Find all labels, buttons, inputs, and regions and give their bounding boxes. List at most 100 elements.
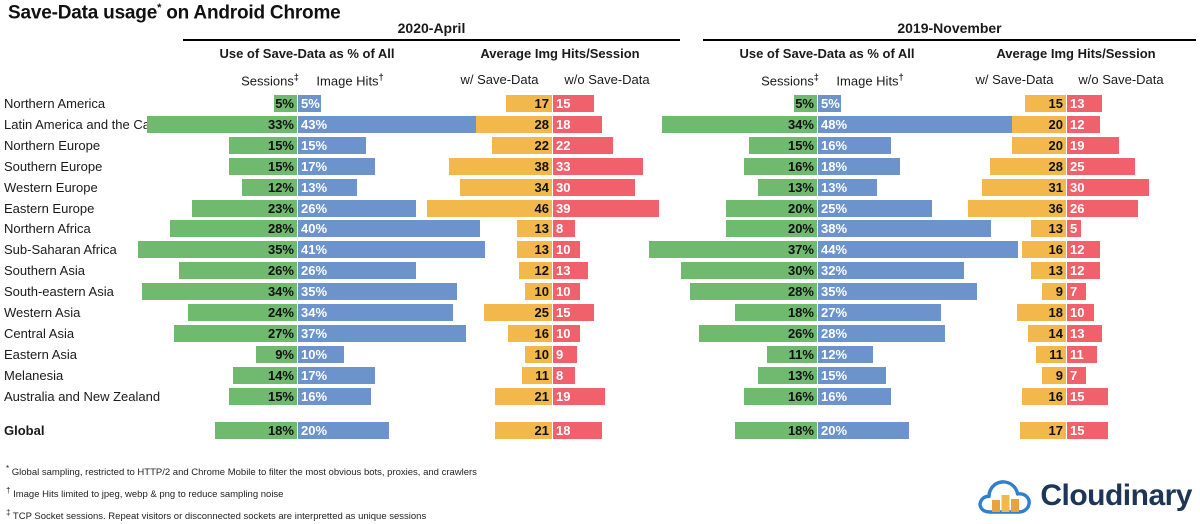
subheader-imagehits-2020-text: Image Hits <box>316 73 379 89</box>
period-rule-0 <box>183 39 680 41</box>
bar-value-label: 15% <box>267 388 294 404</box>
bar-value-label: 13% <box>787 179 814 195</box>
bar-value-label: 15% <box>821 367 848 383</box>
bar-p1-s1-r3: 33 <box>553 157 643 175</box>
bar-p1-s0-r5: 46 <box>426 199 552 217</box>
bar-p1-s1-r9: 10 <box>553 283 581 301</box>
row-label: Northern America <box>4 96 106 111</box>
bar-p3-s1-r2: 19 <box>1067 136 1119 154</box>
bar-p1-s1-r2: 22 <box>553 136 613 154</box>
bar-value-label: 12% <box>821 346 848 362</box>
bar-p2-s0-r11: 26% <box>698 324 817 342</box>
chart-page: Save-Data usage* on Android Chrome 2020-… <box>0 0 1200 524</box>
group-header-savedata-2019: Use of Save-Data as % of All <box>739 46 915 61</box>
bar-p1-s0-r15: 21 <box>494 422 552 439</box>
bar-p3-s0-r7: 16 <box>1022 241 1066 259</box>
subheader-with-savedata-2020-text: w/ Save-Data <box>460 72 539 87</box>
bar-value-label: 13 <box>1070 325 1085 341</box>
bar-value-label: 9 <box>1055 284 1063 300</box>
bar-p1-s1-r12: 9 <box>553 345 578 363</box>
bar-p0-s1-r10: 34% <box>298 304 453 321</box>
bar-p2-s0-r8: 30% <box>680 262 817 280</box>
subheader-imagehits-2019-marker: † <box>898 72 904 82</box>
bar-p3-s0-r4: 31 <box>981 178 1066 196</box>
bar-p1-s0-r12: 10 <box>524 345 552 363</box>
bar-p2-s1-r2: 16% <box>818 136 891 154</box>
subheader-imagehits-2019-text: Image Hits <box>836 73 899 89</box>
bar-value-label: 16% <box>787 388 814 404</box>
bar-value-label: 18% <box>787 305 814 320</box>
subheader-imagehits-2020: Image Hits† <box>300 72 400 88</box>
bar-p1-s0-r11: 16 <box>508 324 552 342</box>
bar-p3-s1-r11: 13 <box>1067 324 1103 342</box>
bar-value-label: 13 <box>1048 221 1063 237</box>
bar-value-label: 27% <box>821 305 848 320</box>
bar-p0-s0-r9: 34% <box>142 283 297 301</box>
bar-value-label: 15% <box>787 137 814 153</box>
bar-p0-s0-r1: 33% <box>146 115 297 133</box>
bar-p2-s1-r10: 27% <box>818 304 941 321</box>
bar-p0-s1-r1: 43% <box>298 115 494 133</box>
bar-p3-s0-r0: 15 <box>1025 95 1066 112</box>
bar-value-label: 14% <box>267 367 294 383</box>
bar-p3-s1-r3: 25 <box>1067 157 1135 175</box>
bar-value-label: 9% <box>275 346 294 362</box>
page-title-text: Save-Data usage <box>8 2 158 24</box>
bar-p0-s1-r12: 10% <box>298 345 344 363</box>
bar-value-label: 5% <box>821 96 840 111</box>
bar-value-label: 28% <box>787 284 814 300</box>
bar-value-label: 9 <box>1055 367 1063 383</box>
bar-p0-s0-r6: 28% <box>169 220 297 238</box>
bar-value-label: 17% <box>301 367 328 383</box>
bar-p2-s0-r5: 20% <box>726 199 817 217</box>
bar-value-label: 20% <box>301 423 328 438</box>
bar-p2-s0-r10: 18% <box>735 304 817 321</box>
bar-p2-s1-r12: 12% <box>818 345 873 363</box>
cloudinary-logo: Cloudinary <box>976 474 1192 518</box>
bar-value-label: 25 <box>534 305 549 320</box>
bar-value-label: 10 <box>534 346 549 362</box>
bar-p2-s0-r4: 13% <box>757 178 817 196</box>
bar-value-label: 15 <box>1048 96 1063 111</box>
bar-value-label: 7 <box>1070 367 1078 383</box>
bar-p1-s1-r7: 10 <box>553 241 581 259</box>
bar-value-label: 25 <box>1070 158 1085 174</box>
bar-p0-s1-r2: 15% <box>298 136 367 154</box>
bar-p3-s1-r1: 12 <box>1067 115 1100 133</box>
bar-value-label: 10 <box>556 325 571 341</box>
row-label: Western Asia <box>4 305 81 320</box>
bar-p1-s1-r10: 15 <box>553 304 594 321</box>
bar-value-label: 5% <box>795 96 814 111</box>
bar-p1-s0-r13: 11 <box>522 366 552 384</box>
bar-p2-s0-r13: 13% <box>757 366 817 384</box>
bar-value-label: 16 <box>1048 242 1063 258</box>
bar-p1-s1-r14: 19 <box>553 387 605 405</box>
subheader-imagehits-2019: Image Hits† <box>820 72 920 88</box>
bar-p0-s1-r14: 16% <box>298 387 371 405</box>
bar-p2-s1-r5: 25% <box>818 199 932 217</box>
bar-value-label: 28 <box>1048 158 1063 174</box>
footnote-text-2: TCP Socket sessions. Repeat visitors or … <box>12 511 427 523</box>
bar-p2-s1-r8: 32% <box>818 262 964 280</box>
footnote-1: † Image Hits limited to jpeg, webp & png… <box>6 486 283 500</box>
bar-p3-s1-r14: 15 <box>1067 387 1108 405</box>
bar-p1-s0-r4: 34 <box>459 178 552 196</box>
bar-value-label: 20% <box>821 423 848 438</box>
bar-p2-s0-r0: 5% <box>794 95 817 112</box>
bar-p2-s1-r7: 44% <box>818 241 1019 259</box>
bar-value-label: 12 <box>1070 263 1085 279</box>
bar-value-label: 38% <box>821 221 848 237</box>
bar-value-label: 13 <box>1070 96 1085 111</box>
bar-p2-s0-r3: 16% <box>744 157 817 175</box>
bar-p1-s1-r0: 15 <box>553 95 594 112</box>
bar-p3-s0-r12: 11 <box>1036 345 1066 363</box>
subheader-sessions-2019-text: Sessions <box>761 73 814 89</box>
bar-p1-s1-r6: 8 <box>553 220 575 238</box>
bar-value-label: 31 <box>1048 179 1063 195</box>
bar-p0-s0-r4: 12% <box>242 178 297 196</box>
bar-value-label: 10% <box>301 346 328 362</box>
bar-p0-s1-r5: 26% <box>298 199 417 217</box>
bar-value-label: 16% <box>821 137 848 153</box>
bar-p0-s0-r12: 9% <box>256 345 297 363</box>
row-label: Central Asia <box>4 325 75 341</box>
